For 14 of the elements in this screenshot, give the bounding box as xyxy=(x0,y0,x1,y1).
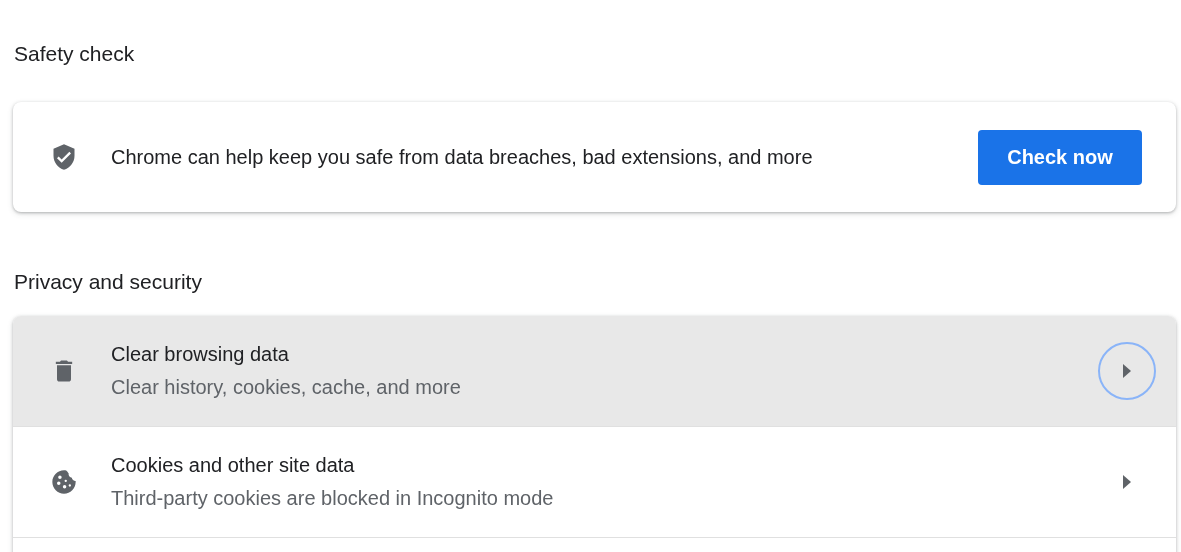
caret-right-icon xyxy=(1123,475,1131,489)
row-subtitle: Third-party cookies are blocked in Incognito mode xyxy=(111,487,555,510)
settings-row[interactable]: Clear browsing data Clear history, cookies, cache, and more xyxy=(13,316,1176,427)
caret-right-icon xyxy=(1123,364,1131,378)
focus-ring[interactable] xyxy=(1098,342,1156,400)
safety-check-message: Chrome can help keep you safe from data breaches, bad extensions, and more xyxy=(111,145,814,169)
row-subtitle: Clear history, cookies, cache, and more xyxy=(111,376,462,399)
settings-row[interactable]: Cookies and other site data Third-party cookies are blocked in Incognito mode xyxy=(13,427,1176,538)
row-title: Clear browsing data xyxy=(111,343,290,366)
check-now-button[interactable]: Check now xyxy=(978,129,1142,185)
section-title: Safety check xyxy=(14,42,136,67)
section-title: Privacy and security xyxy=(14,270,203,295)
cookie-icon xyxy=(50,468,78,496)
row-title: Cookies and other site data xyxy=(111,454,356,477)
